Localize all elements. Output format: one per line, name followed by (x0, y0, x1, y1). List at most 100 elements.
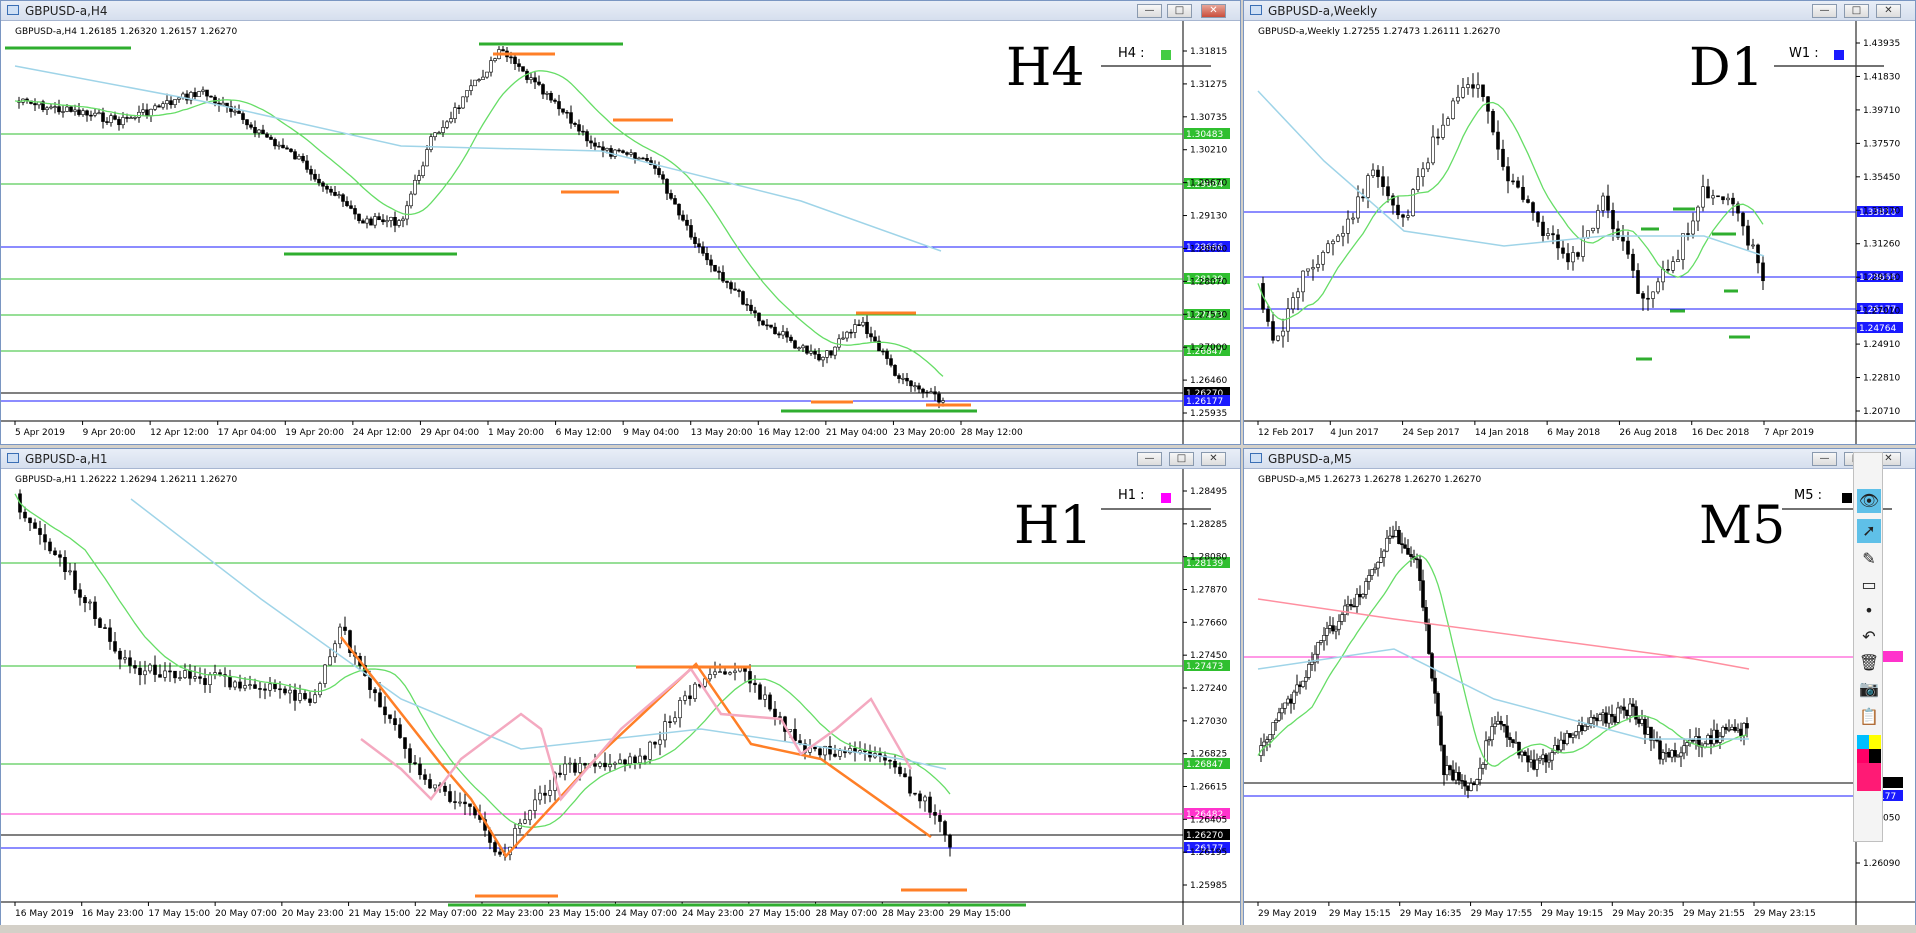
trash-icon[interactable]: 🗑 (1857, 651, 1881, 675)
candle-body (165, 100, 169, 105)
candle-body (238, 681, 242, 689)
candle-body (1448, 765, 1452, 771)
level-label: 1.27473 (1186, 662, 1223, 672)
candle-body (1475, 779, 1479, 786)
maximize-button[interactable]: □ (1167, 4, 1192, 18)
candle-body (663, 721, 667, 741)
candle-body (283, 688, 287, 694)
titlebar-h1[interactable]: GBPUSD-a,H1 — □ ✕ (1, 449, 1240, 469)
chart-canvas[interactable]: GBPUSD-a,H4 1.26185 1.26320 1.26157 1.26… (1, 21, 1240, 444)
candle-body (1370, 569, 1374, 576)
undo-icon[interactable]: ↶ (1857, 625, 1881, 649)
candle-body (1361, 593, 1365, 598)
candle-body (285, 147, 289, 150)
window-title: GBPUSD-a,H4 (25, 4, 108, 18)
candle-body (389, 217, 393, 221)
candle-body (517, 63, 521, 67)
titlebar-m5[interactable]: GBPUSD-a,M5 — □ ✕ (1244, 449, 1915, 469)
level-label: 1.24764 (1859, 324, 1896, 334)
candle-body (1685, 742, 1689, 747)
price-chart[interactable]: GBPUSD-a,M5 1.26273 1.26278 1.26270 1.26… (1244, 469, 1915, 925)
candle-body (1516, 180, 1520, 188)
cursor-icon[interactable]: ➚ (1857, 519, 1881, 543)
candle-body (597, 145, 601, 148)
candle-body (1591, 227, 1595, 232)
time-tick-label: 12 Apr 12:00 (150, 428, 209, 438)
candle-body (538, 792, 542, 801)
candle-body (1640, 718, 1644, 724)
price-tick-label: 1.30735 (1190, 113, 1227, 123)
candle-body (1613, 716, 1617, 723)
candle-body (793, 340, 797, 349)
chart-window-h4[interactable]: GBPUSD-a,H4 — □ ✕ GBPUSD-a,H4 1.26185 1.… (0, 0, 1241, 445)
candle-body (813, 746, 817, 750)
dot-icon[interactable]: • (1857, 599, 1881, 623)
chart-canvas[interactable]: GBPUSD-a,Weekly 1.27255 1.27473 1.26111 … (1244, 21, 1915, 444)
candle-body (1265, 739, 1269, 743)
chart-window-m5[interactable]: GBPUSD-a,M5 — □ ✕ GBPUSD-a,M5 1.26273 1.… (1243, 448, 1916, 926)
candle-body (77, 109, 81, 115)
minimize-button[interactable]: — (1812, 452, 1837, 466)
maximize-button[interactable]: □ (1844, 4, 1869, 18)
close-button[interactable]: ✕ (1201, 4, 1226, 18)
candle-body (621, 150, 625, 153)
chart-icon (1250, 5, 1262, 15)
price-chart[interactable]: GBPUSD-a,Weekly 1.27255 1.27473 1.26111 … (1244, 21, 1915, 444)
chart-window-h1[interactable]: GBPUSD-a,H1 — □ ✕ GBPUSD-a,H1 1.26222 1.… (0, 448, 1241, 926)
candle-body (398, 724, 402, 738)
candle-body (1490, 726, 1494, 741)
candle-body (73, 570, 77, 591)
candle-body (448, 791, 452, 802)
camera-icon[interactable]: 📷 (1857, 677, 1881, 701)
candle-body (633, 152, 637, 160)
candle-body (318, 683, 322, 696)
eraser-icon[interactable]: ▭ (1857, 573, 1881, 597)
candle-body (585, 131, 589, 142)
eye-icon[interactable]: 👁 (1857, 489, 1881, 513)
candle-body (673, 198, 677, 205)
candle-body (465, 90, 469, 98)
candle-body (1446, 118, 1450, 126)
candle-body (1469, 783, 1473, 791)
pen-icon[interactable]: ✎ (1857, 547, 1881, 571)
candle-body (221, 102, 225, 106)
price-chart[interactable]: GBPUSD-a,H1 1.26222 1.26294 1.26211 1.26… (1, 469, 1240, 925)
candle-body (745, 303, 749, 306)
minimize-button[interactable]: — (1137, 452, 1162, 466)
color-palette[interactable] (1857, 735, 1881, 791)
candle-body (677, 203, 681, 216)
maximize-button[interactable]: □ (1169, 452, 1194, 466)
close-button[interactable]: ✕ (1201, 452, 1226, 466)
candle-body (829, 350, 833, 356)
price-chart[interactable]: GBPUSD-a,H4 1.26185 1.26320 1.26157 1.26… (1, 21, 1240, 444)
candle-body (1382, 550, 1386, 558)
time-tick-label: 28 May 07:00 (816, 909, 878, 919)
price-tick-label: 1.27450 (1190, 651, 1227, 661)
minimize-button[interactable]: — (1137, 4, 1162, 18)
candle-body (1424, 607, 1428, 625)
level-label: 1.26270 (1186, 831, 1223, 841)
candle-body (568, 762, 572, 765)
clipboard-icon[interactable]: 📋 (1857, 705, 1881, 729)
status-strip (0, 925, 1916, 933)
candle-body (83, 597, 87, 604)
titlebar-weekly[interactable]: GBPUSD-a,Weekly — □ ✕ (1244, 1, 1915, 21)
candle-body (758, 684, 762, 700)
candle-body (1637, 718, 1641, 724)
candle-body (133, 116, 137, 119)
close-button[interactable]: ✕ (1876, 4, 1901, 18)
minimize-button[interactable]: — (1812, 4, 1837, 18)
chart-window-weekly[interactable]: GBPUSD-a,Weekly — □ ✕ GBPUSD-a,Weekly 1.… (1243, 0, 1916, 445)
candle-body (393, 718, 397, 726)
candle-body (705, 253, 709, 261)
chart-canvas[interactable]: GBPUSD-a,M5 1.26273 1.26278 1.26270 1.26… (1244, 469, 1915, 925)
candle-body (717, 270, 721, 273)
candle-body (701, 246, 705, 254)
candle-body (118, 650, 122, 660)
candle-body (657, 168, 661, 175)
candle-body (453, 107, 457, 119)
titlebar-h4[interactable]: GBPUSD-a,H4 — □ ✕ (1, 1, 1240, 21)
chart-canvas[interactable]: GBPUSD-a,H1 1.26222 1.26294 1.26211 1.26… (1, 469, 1240, 925)
candle-body (1319, 640, 1323, 643)
candle-body (301, 155, 305, 162)
